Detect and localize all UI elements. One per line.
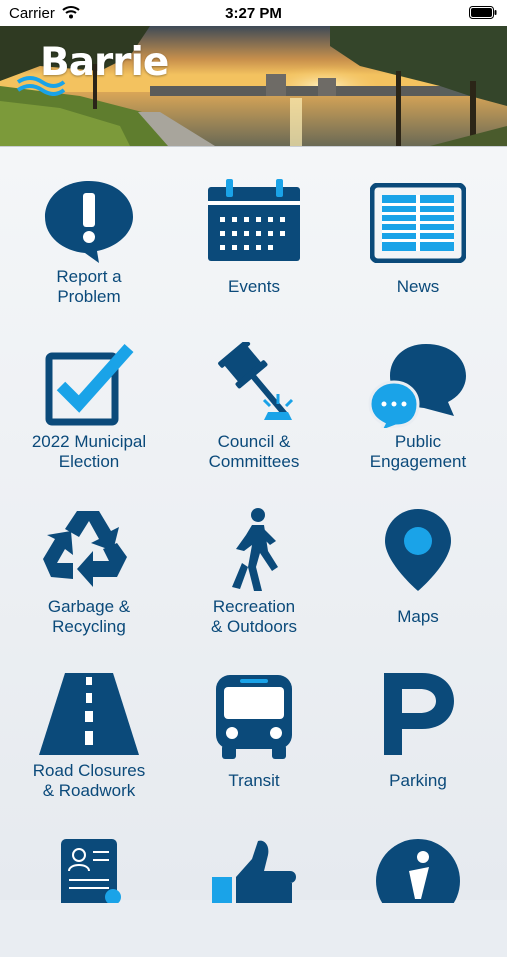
tile-label-text: Council & Committees [208, 432, 300, 471]
tile-public-engagement[interactable]: Public Engagement [338, 312, 498, 471]
tile-label: Council & Committees [174, 432, 334, 472]
walking-person-icon [174, 507, 334, 599]
tile-label: Events [174, 277, 334, 297]
tile-label-text: Transit [228, 771, 280, 790]
bus-icon [174, 671, 334, 763]
parking-icon [338, 671, 498, 763]
newspaper-icon [338, 177, 498, 269]
tile-label-text: Report a Problem [56, 267, 122, 306]
tile-label: Garbage & Recycling [9, 597, 169, 637]
status-time: 3:27 PM [225, 5, 282, 22]
calendar-icon [174, 177, 334, 269]
tile-label: Recreation & Outdoors [174, 597, 334, 637]
tile-id-card[interactable] [9, 807, 169, 957]
tile-label: Parking [338, 771, 498, 791]
tile-label-text: 2022 Municipal Election [31, 432, 147, 471]
tile-news[interactable]: News [338, 147, 498, 297]
map-pin-icon [338, 507, 498, 599]
tile-label: News [338, 277, 498, 297]
tile-label-text: Road Closures & Roadwork [32, 761, 146, 800]
tile-label: 2022 Municipal Election [9, 432, 169, 472]
tile-events[interactable]: Events [174, 147, 334, 297]
tile-label-text: News [396, 277, 440, 296]
tile-label-text: Maps [397, 607, 439, 626]
tile-information[interactable] [338, 807, 498, 957]
service-grid: Report a Problem Events News 2022 Munici… [0, 147, 507, 903]
logo-wave-icon [16, 76, 66, 96]
tile-label: Maps [338, 607, 498, 627]
tile-road-closures-roadwork[interactable]: Road Closures & Roadwork [9, 641, 169, 800]
road-icon [9, 671, 169, 763]
id-card-icon [9, 837, 169, 929]
tile-label-text: Garbage & Recycling [47, 597, 131, 636]
tile-recreation-outdoors[interactable]: Recreation & Outdoors [174, 477, 334, 636]
battery-icon [469, 6, 497, 23]
tile-label-text: Events [228, 277, 280, 296]
thumbs-up-icon [174, 837, 334, 929]
tile-transit[interactable]: Transit [174, 641, 334, 791]
recycle-icon [9, 507, 169, 599]
tile-label: Report a Problem [9, 267, 169, 307]
chat-bubbles-icon [338, 342, 498, 434]
tile-garbage-recycling[interactable]: Garbage & Recycling [9, 477, 169, 636]
gavel-icon [174, 342, 334, 434]
tile-maps[interactable]: Maps [338, 477, 498, 627]
checkbox-icon [9, 342, 169, 434]
info-icon [338, 837, 498, 929]
exclamation-bubble-icon [9, 177, 169, 269]
tile-label-text: Recreation & Outdoors [211, 597, 297, 636]
tile-council-committees[interactable]: Council & Committees [174, 312, 334, 471]
tile-label: Transit [174, 771, 334, 791]
header-banner: Barrie [0, 26, 507, 147]
tile-feedback[interactable] [174, 807, 334, 957]
status-bar: Carrier 3:27 PM [0, 0, 507, 26]
tile-report-a-problem[interactable]: Report a Problem [9, 147, 169, 306]
tile-2022-municipal-election[interactable]: 2022 Municipal Election [9, 312, 169, 471]
tile-label-text: Parking [389, 771, 447, 790]
tile-parking[interactable]: Parking [338, 641, 498, 791]
tile-label: Public Engagement [338, 432, 498, 472]
tile-label: Road Closures & Roadwork [9, 761, 169, 801]
tile-label-text: Public Engagement [369, 432, 467, 471]
